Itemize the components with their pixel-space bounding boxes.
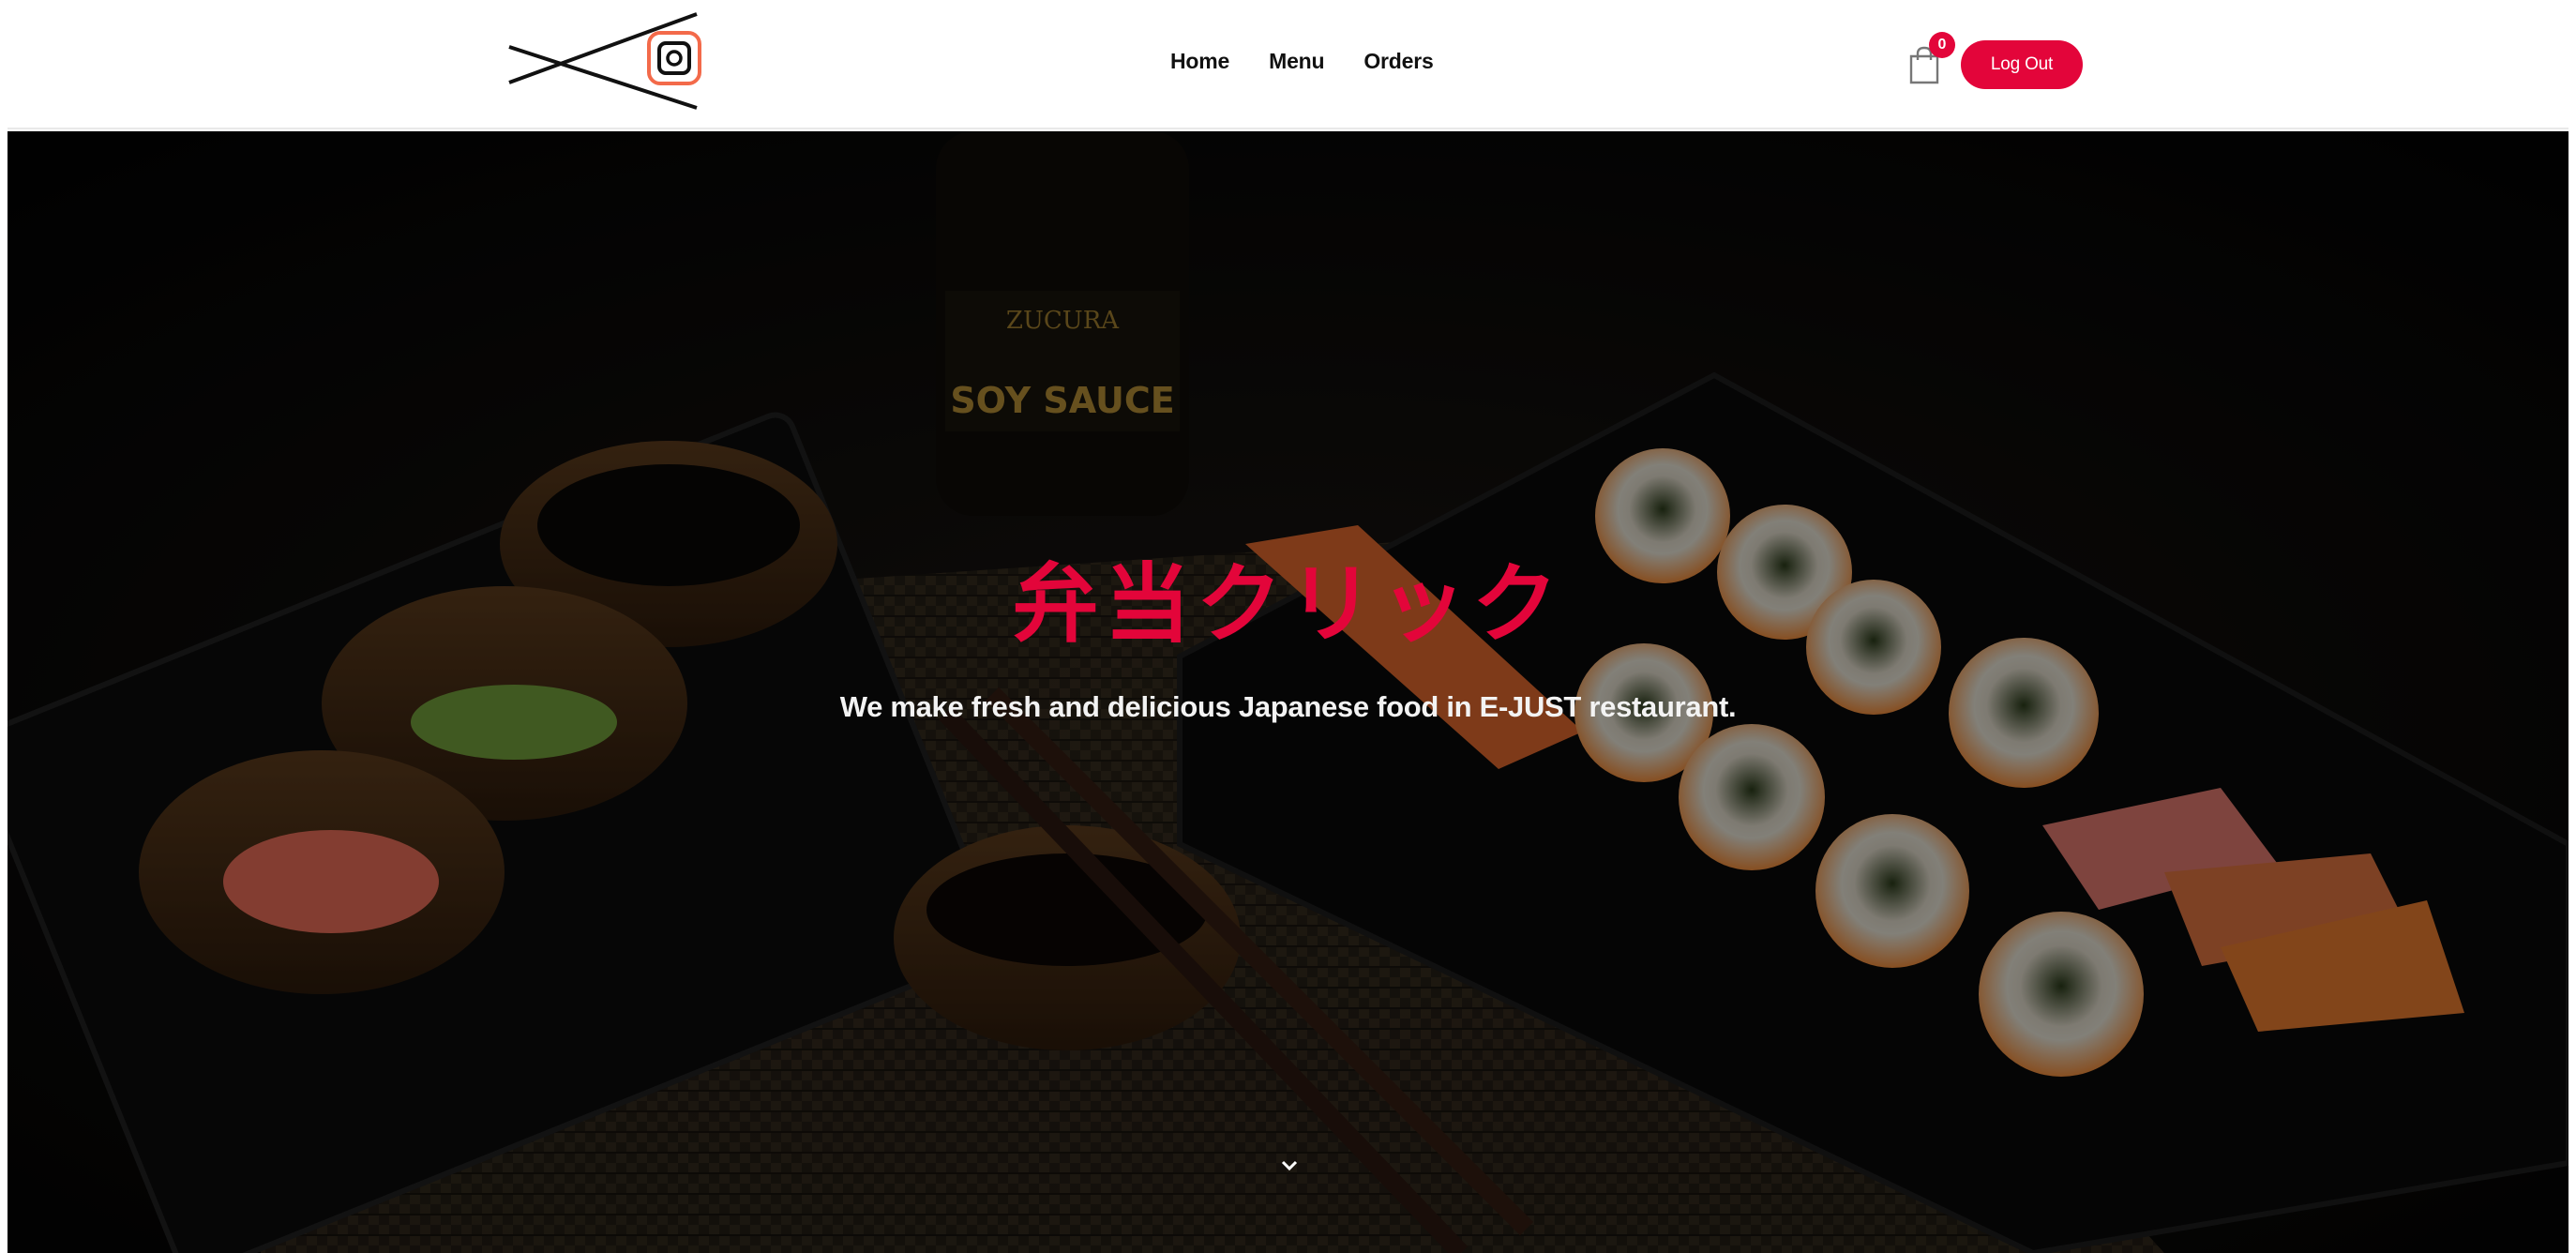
hero-section: ZUCURA SOY SAUCE 弁当クリック We make fresh an… xyxy=(8,131,2568,1253)
chevron-down-icon[interactable] xyxy=(1277,1154,1302,1178)
cart-button[interactable]: 0 xyxy=(1906,32,1958,84)
chopsticks-logo-icon[interactable] xyxy=(505,9,701,113)
main-nav: Home Menu Orders xyxy=(1170,49,1434,74)
nav-home-link[interactable]: Home xyxy=(1170,49,1229,74)
nav-menu-link[interactable]: Menu xyxy=(1269,49,1324,74)
navbar: Home Menu Orders 0 Log Out xyxy=(8,0,2568,129)
hero-title: 弁当クリック xyxy=(1012,554,1564,655)
page-frame: Home Menu Orders 0 Log Out ZUCURA SOY SA… xyxy=(8,0,2568,1253)
nav-orders-link[interactable]: Orders xyxy=(1363,49,1433,74)
logout-button[interactable]: Log Out xyxy=(1961,40,2083,89)
cart-count-badge: 0 xyxy=(1929,32,1955,58)
hero-tagline: We make fresh and delicious Japanese foo… xyxy=(839,690,1737,723)
